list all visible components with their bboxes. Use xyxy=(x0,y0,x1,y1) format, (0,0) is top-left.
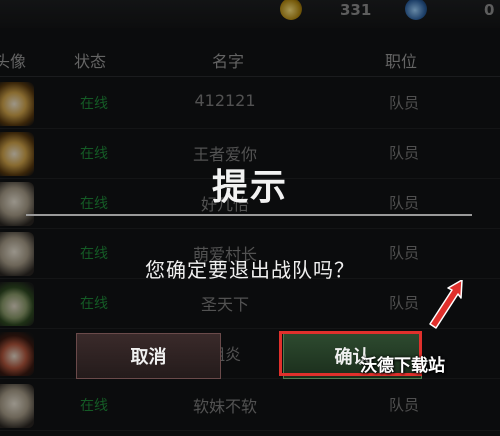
dialog-divider xyxy=(26,214,472,216)
dialog-title: 提示 xyxy=(211,167,288,208)
watermark: 沃德下载站 xyxy=(360,356,445,376)
pointer-arrow-icon xyxy=(429,280,463,329)
dialog-message: 您确定要退出战队吗？ xyxy=(145,258,355,282)
cancel-button-label: 取消 xyxy=(130,347,167,368)
cancel-button[interactable]: 取消 xyxy=(76,333,221,379)
